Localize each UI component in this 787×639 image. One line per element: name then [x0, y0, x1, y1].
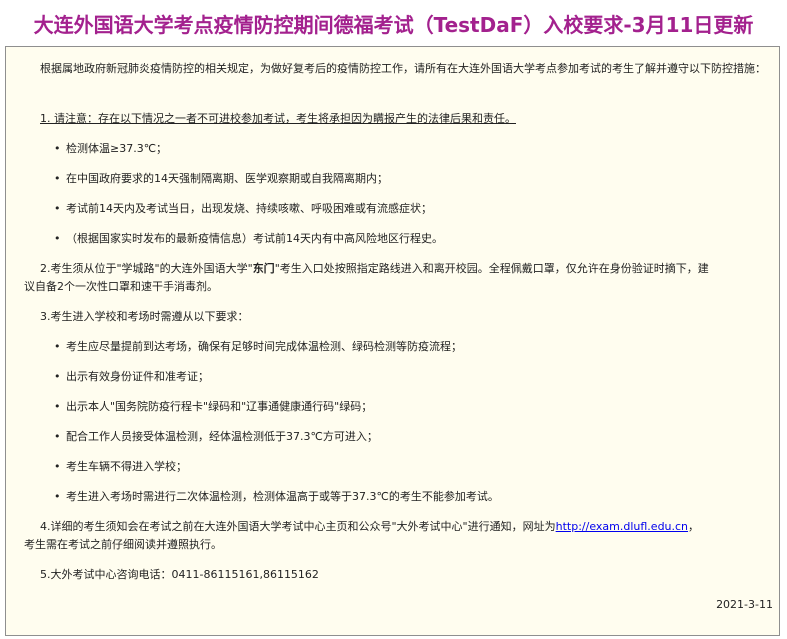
section1-title: 1. 请注意：存在以下情况之一者不可进校参加考试，考生将承担因为瞒报产生的法律后… [40, 112, 516, 125]
section2-text-pre: 2.考生须从位于"学城路"的大连外国语大学" [40, 262, 253, 275]
section4-text: 4.详细的考生须知会在考试之前在大连外国语大学考试中心主页和公众号"大外考试中心… [40, 520, 556, 533]
section3-title: 3.考生进入学校和考场时需遵从以下要求： [40, 310, 249, 323]
section2-line2: 议自备2个一次性口罩和速干手消毒剂。 [24, 280, 218, 293]
page-title: 大连外国语大学考点疫情防控期间德福考试（TestDaF）入校要求-3月11日更新 [33, 12, 754, 37]
section2-text-bold: 东门 [252, 262, 275, 275]
section3-item: 配合工作人员接受体温检测，经体温检测低于37.3℃方可进入； [54, 427, 378, 447]
section1-item: （根据国家实时发布的最新疫情信息）考试前14天内有中高风险地区行程史。 [54, 229, 443, 249]
section2-text-post: "考生入口处按照指定路线进入和离开校园。全程佩戴口罩，仅允许在身份验证时摘下，建 [274, 262, 709, 275]
section3-item: 出示有效身份证件和准考证； [54, 367, 209, 387]
section3-item: 考生进入考场时需进行二次体温检测，检测体温高于或等于37.3℃的考生不能参加考试… [54, 487, 499, 507]
section3-item: 考生应尽量提前到达考场，确保有足够时间完成体温检测、绿码检测等防疫流程； [54, 337, 462, 357]
section2-line1: 2.考生须从位于"学城路"的大连外国语大学"东门"考生入口处按照指定路线进入和离… [40, 259, 709, 279]
section4-line2: 考生需在考试之前仔细阅读并遵照执行。 [24, 538, 222, 551]
section3-item: 考生车辆不得进入学校； [54, 457, 187, 477]
date-stamp: 2021-3-11 [716, 598, 773, 611]
section4-text-after: ， [688, 520, 700, 533]
notice-box: 根据属地政府新冠肺炎疫情防控的相关规定，为做好复考后的疫情防控工作，请所有在大连… [5, 46, 780, 636]
exam-center-link[interactable]: http://exam.dlufl.edu.cn [556, 520, 688, 533]
section1-item: 考试前14天内及考试当日，出现发烧、持续咳嗽、呼吸困难或有流感症状； [54, 199, 432, 219]
section4-line1: 4.详细的考生须知会在考试之前在大连外国语大学考试中心主页和公众号"大外考试中心… [40, 517, 699, 537]
intro-paragraph: 根据属地政府新冠肺炎疫情防控的相关规定，为做好复考后的疫情防控工作，请所有在大连… [40, 62, 766, 75]
section1-item: 检测体温≥37.3℃； [54, 139, 167, 159]
section3-item: 出示本人"国务院防疫行程卡"绿码和"辽事通健康通行码"绿码； [54, 397, 372, 417]
section5-contact: 5.大外考试中心咨询电话：0411-86115161,86115162 [40, 568, 319, 581]
section1-item: 在中国政府要求的14天强制隔离期、医学观察期或自我隔离期内； [54, 169, 388, 189]
